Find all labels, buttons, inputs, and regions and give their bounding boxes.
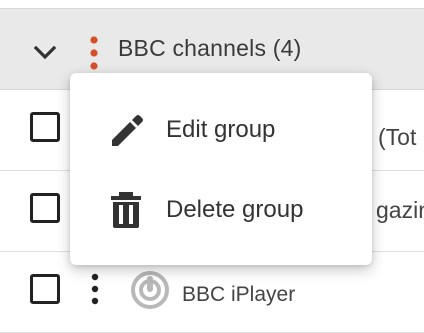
previous-row-edge bbox=[0, 0, 424, 9]
row-checkbox[interactable] bbox=[30, 193, 60, 223]
chevron-down-icon[interactable] bbox=[30, 38, 60, 68]
edit-group-label: Edit group bbox=[166, 116, 276, 143]
pencil-icon bbox=[112, 115, 143, 146]
row-checkbox[interactable] bbox=[30, 112, 60, 142]
group-more-icon[interactable] bbox=[88, 33, 100, 73]
delete-group-label: Delete group bbox=[166, 196, 304, 223]
trash-icon bbox=[111, 192, 141, 228]
group-context-menu: Edit group Delete group bbox=[70, 73, 372, 265]
group-title: BBC channels (4) bbox=[118, 35, 302, 61]
row-more-icon[interactable] bbox=[90, 272, 100, 308]
channel-name-truncated: gazin bbox=[376, 197, 424, 223]
broadcast-icon bbox=[131, 271, 169, 309]
delete-group-menu-item[interactable]: Delete group bbox=[70, 171, 372, 247]
channel-name-truncated: (Tot bbox=[378, 124, 417, 150]
edit-group-menu-item[interactable]: Edit group bbox=[70, 91, 372, 167]
channel-name: BBC iPlayer bbox=[182, 283, 296, 306]
